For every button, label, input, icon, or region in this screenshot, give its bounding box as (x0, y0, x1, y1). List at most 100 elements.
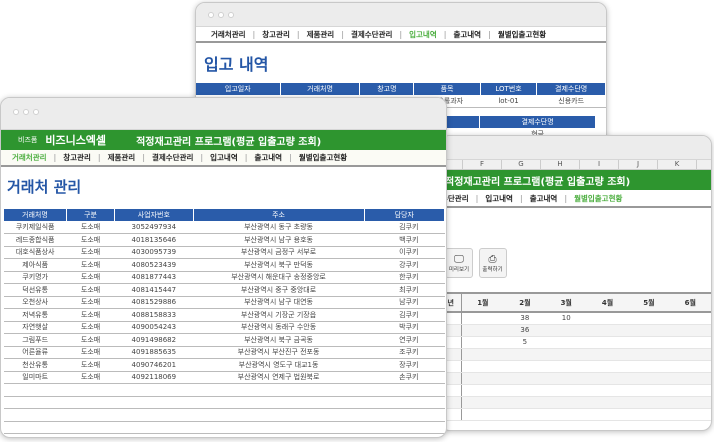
header-cell: 결제수단명 (479, 116, 596, 128)
table-cell (504, 360, 546, 373)
table-cell (193, 408, 365, 422)
table-cell: 부산광역시 연제구 법원북로 (193, 371, 365, 384)
table-row[interactable]: 천산유통 도소매 4090746201 부산광역시 영도구 대교1동 장쿠키 (4, 358, 445, 372)
nav-item[interactable]: 출고내역 (523, 193, 565, 204)
column-header[interactable]: J (619, 160, 658, 169)
table-cell: 4030095739 (114, 246, 194, 259)
table-row (441, 384, 711, 397)
preview-button[interactable]: 🖵 미리보기 (445, 248, 473, 278)
table-cell: 쿠키명가 (4, 271, 67, 284)
table-cell: 도소매 (66, 221, 115, 234)
table-cell (364, 383, 445, 397)
monthly-table: 년 1월 2월 3월 4월 5월 6월 38 10 36 5 (441, 294, 711, 421)
table-cell (669, 396, 711, 409)
nav-item[interactable]: 창고관리 (255, 29, 297, 40)
empty-row (4, 421, 445, 434)
table-cell (669, 324, 711, 337)
nav-item[interactable]: 제품관리 (101, 152, 143, 163)
table-cell: 부산광역시 중구 중앙대로 (193, 283, 365, 297)
table-cell: 레드종합식품 (4, 233, 67, 247)
table-cell: 남쿠키 (364, 296, 445, 309)
page-title: 거래처 관리 (7, 178, 82, 196)
nav-item[interactable]: 거래처관리 (5, 152, 54, 163)
month-header: 1월 (461, 294, 505, 313)
table-cell (545, 396, 587, 409)
app-title: 적정재고관리 프로그램(평균 입출고량 조회) (441, 170, 711, 190)
column-header[interactable]: H (541, 160, 580, 169)
table-cell: 덕선유통 (4, 283, 67, 297)
table-cell (545, 408, 587, 421)
header-cell: LOT번호 (480, 83, 538, 95)
table-cell (669, 348, 711, 361)
table-cell: 38 (504, 312, 546, 325)
printer-icon: ⎙ (488, 253, 497, 265)
nav-item[interactable]: 출고내역 (446, 29, 488, 40)
table-row[interactable]: 쿠키명가 도소매 4081877443 부산광역시 해운대구 송정중앙로 한쿠키 (4, 271, 445, 284)
header-cell: 담당자 (364, 209, 446, 221)
table-row[interactable]: 그림푸드 도소매 4091498682 부산광역시 북구 금곡동 연쿠키 (4, 333, 445, 347)
nav-item[interactable]: 월별입출고현황 (491, 29, 553, 40)
print-button[interactable]: ⎙ 출력하기 (478, 248, 507, 278)
table-cell: 부산광역시 북구 만덕동 (193, 258, 365, 272)
table-cell (586, 360, 629, 373)
table-row[interactable]: 자연햇살 도소매 4090054243 부산광역시 동래구 수안동 박쿠키 (4, 321, 445, 334)
table-cell: 부산광역시 금정구 서부로 (193, 246, 365, 259)
table-cell: 도소매 (66, 333, 115, 347)
table-row[interactable]: 어른율류 도소매 4091885635 부산광역시 부산진구 전포동 조쿠키 (4, 346, 445, 359)
table-row[interactable]: 일미마트 도소매 4092118069 부산광역시 연제구 법원북로 손쿠키 (4, 371, 445, 384)
table-row[interactable]: 대호식품상사 도소매 4030095739 부산광역시 금정구 서부로 이쿠키 (4, 246, 445, 259)
table-cell (4, 408, 67, 422)
nav-item[interactable]: 월별입출고현황 (567, 193, 629, 204)
table-cell: 부산광역시 영도구 대교1동 (193, 358, 365, 372)
table-cell: 4090054243 (114, 321, 194, 334)
nav-item[interactable]: 월별입출고현황 (292, 152, 354, 163)
table-cell (669, 408, 711, 421)
table-cell: 최쿠키 (364, 283, 445, 297)
nav-item[interactable]: 입고내역 (402, 29, 444, 40)
table-cell: 박쿠키 (364, 321, 445, 334)
nav-item[interactable]: 결제수단관리 (344, 29, 399, 40)
window-controls[interactable] (208, 12, 234, 18)
table-cell (669, 384, 711, 397)
table-cell (461, 348, 505, 361)
column-header[interactable]: I (580, 160, 619, 169)
table-cell: 도소매 (66, 258, 115, 272)
month-header: 2월 (504, 294, 546, 313)
nav-item[interactable]: 결제수단관리 (145, 152, 200, 163)
table-cell (461, 396, 505, 409)
column-header[interactable]: K (658, 160, 697, 169)
nav-item[interactable]: 출고내역 (247, 152, 289, 163)
month-header: 4월 (586, 294, 629, 313)
table-row[interactable]: 덕선유통 도소매 4081415447 부산광역시 중구 중앙대로 최쿠키 (4, 283, 445, 297)
table-cell: 3052497934 (114, 221, 194, 234)
window-titlebar (441, 136, 711, 160)
table-cell: 부산광역시 기장군 기장읍 (193, 308, 365, 322)
window-monthly-status: FGHIJK 적정재고관리 프로그램(평균 입출고량 조회) 수단관리 | 입고내역… (440, 135, 712, 431)
table-cell (545, 384, 587, 397)
nav-item[interactable]: 창고관리 (56, 152, 98, 163)
table-cell (545, 372, 587, 385)
table-row[interactable]: 레드종합식품 도소매 4018135646 부산광역시 남구 용호동 백쿠키 (4, 233, 445, 247)
table-row[interactable]: 쿠키제일식품 도소매 3052497934 부산광역시 동구 초량동 김쿠키 (4, 221, 445, 234)
table-row[interactable]: 저녁유통 도소매 4088158833 부산광역시 기장군 기장읍 김쿠키 (4, 308, 445, 322)
nav-item[interactable]: 입고내역 (203, 152, 245, 163)
table-row[interactable]: 제아식품 도소매 4080523439 부산광역시 북구 만덕동 강쿠키 (4, 258, 445, 272)
table-cell: 제아식품 (4, 258, 67, 272)
table-cell: 도소매 (66, 271, 115, 284)
table-row[interactable]: 오천상사 도소매 4081529886 부산광역시 남구 대연동 남쿠키 (4, 296, 445, 309)
column-header[interactable]: G (502, 160, 541, 169)
app-title: 적정재고관리 프로그램(평균 입출고량 조회) (136, 136, 322, 148)
nav-item[interactable]: 제품관리 (300, 29, 342, 40)
table-cell: 백쿠키 (364, 233, 445, 247)
table-cell: 한쿠키 (364, 271, 445, 284)
header-cell: 입고일자 (196, 83, 281, 95)
table-row (441, 360, 711, 373)
table-cell: 부산광역시 북구 금곡동 (193, 333, 365, 347)
nav-bar: 수단관리 | 입고내역 | 출고내역 | 월별입출고현황 (441, 190, 711, 208)
column-header[interactable]: F (463, 160, 502, 169)
table-cell (114, 396, 194, 409)
empty-row (4, 396, 445, 409)
nav-item[interactable]: 입고내역 (478, 193, 520, 204)
window-controls[interactable] (13, 109, 39, 115)
nav-item[interactable]: 거래처관리 (204, 29, 253, 40)
